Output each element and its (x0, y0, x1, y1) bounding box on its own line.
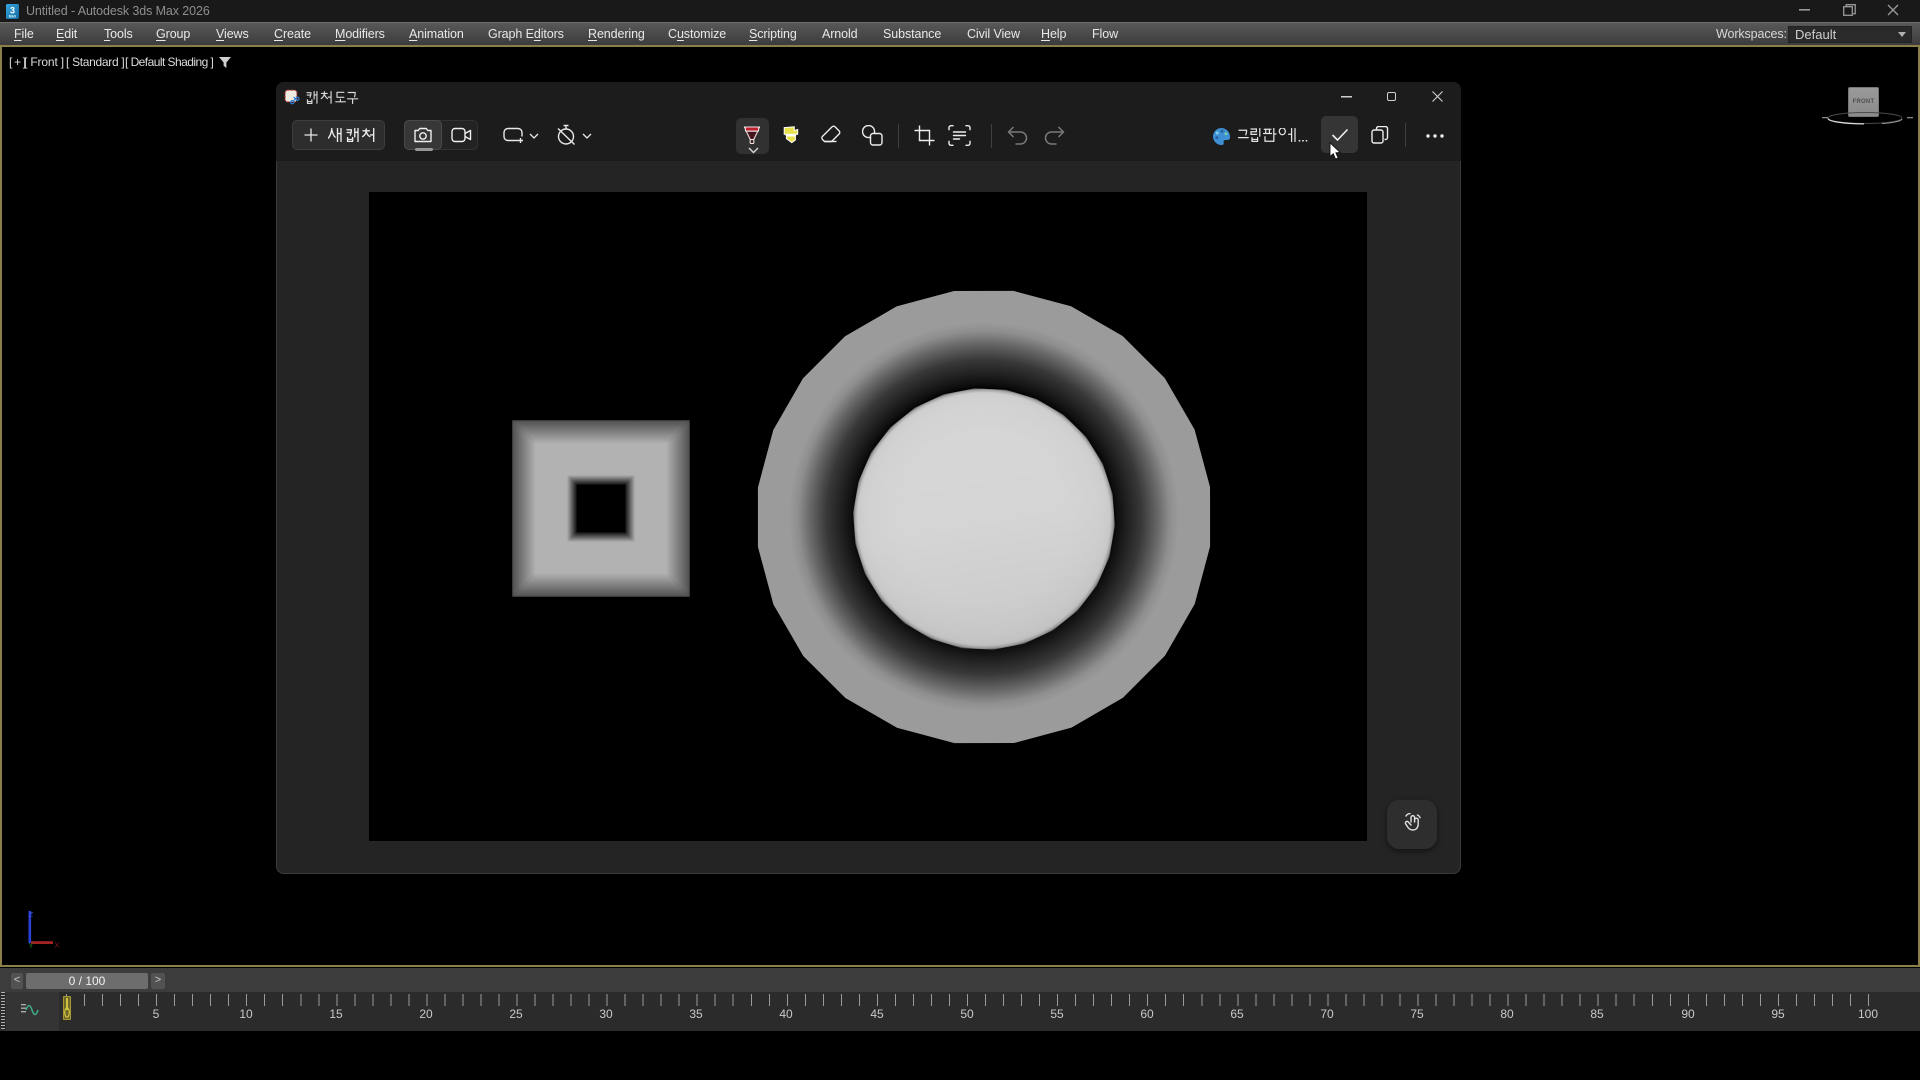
svg-text:Y: Y (29, 943, 34, 949)
svg-text:MAX: MAX (9, 15, 17, 19)
svg-text:X: X (55, 943, 60, 950)
svg-text:Z: Z (29, 912, 34, 919)
